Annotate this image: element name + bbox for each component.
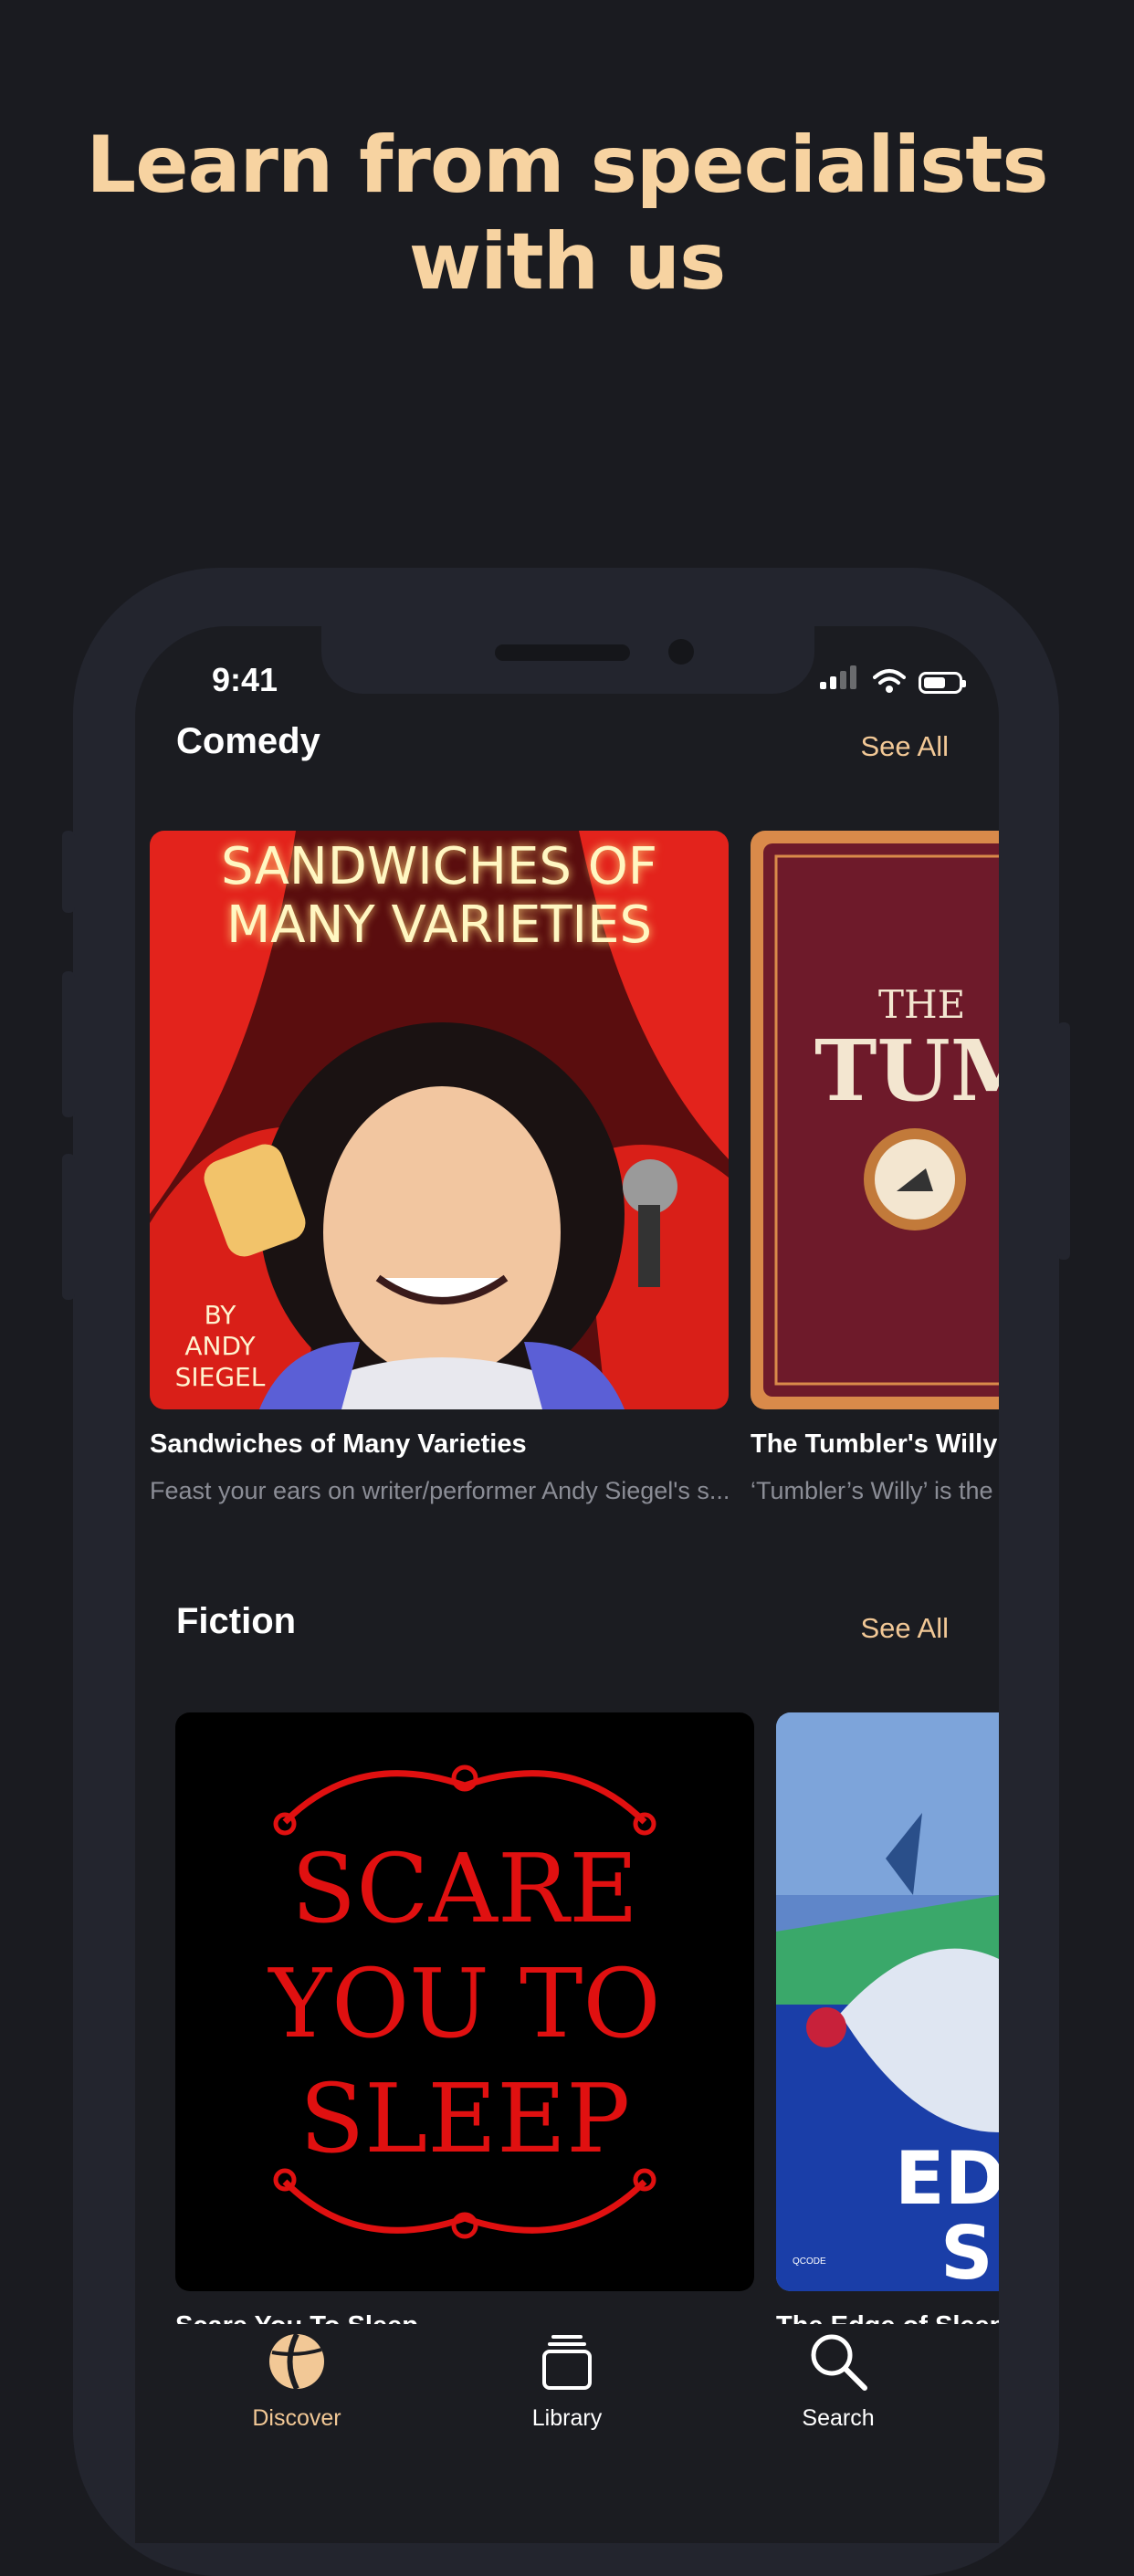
phone-screen: 9:41 Comedy See All SANDWICHES OF MANY V… xyxy=(135,626,999,2543)
tab-search-label: Search xyxy=(802,2405,875,2431)
tab-library-label: Library xyxy=(531,2405,603,2431)
cover-scare-you-to-sleep[interactable]: SCARE YOU TO SLEEP xyxy=(175,1712,754,2291)
tab-discover-label: Discover xyxy=(252,2405,341,2431)
cover-sandwiches-byline: BY ANDY SIEGEL xyxy=(174,1300,266,1392)
section-title-fiction: Fiction xyxy=(176,1601,297,1641)
cover-tumbler-art xyxy=(751,831,999,1409)
notch-camera xyxy=(668,639,694,665)
item-description-sandwiches: Feast your ears on writer/performer Andy… xyxy=(150,1477,729,1504)
status-icons xyxy=(820,665,966,694)
notch-speaker xyxy=(495,644,630,661)
phone-notch xyxy=(321,626,814,694)
battery-icon xyxy=(919,672,966,694)
section-title-comedy: Comedy xyxy=(176,721,320,761)
tab-library[interactable]: Library xyxy=(476,2324,658,2432)
headline-line-1: Learn from specialists xyxy=(86,120,1048,211)
item-description-tumbler: ‘Tumbler’s Willy’ is the xyxy=(751,1477,993,1504)
tab-search[interactable]: Search xyxy=(747,2324,929,2432)
cover-tumbler[interactable]: THE TUM xyxy=(751,831,999,1409)
cellular-signal-icon xyxy=(820,665,860,694)
wifi-icon xyxy=(873,669,906,693)
cover-tumbler-title: THE TUM xyxy=(814,982,999,1120)
cover-sandwiches[interactable]: SANDWICHES OF MANY VARIETIES BY ANDY SIE… xyxy=(150,831,729,1409)
library-icon xyxy=(542,2335,592,2390)
headline-line-2: with us xyxy=(408,216,727,308)
phone-silent-switch xyxy=(62,831,75,913)
status-time: 9:41 xyxy=(212,661,278,698)
see-all-comedy-button[interactable]: See All xyxy=(860,730,949,763)
discover-icon xyxy=(269,2332,324,2391)
item-title-tumbler[interactable]: The Tumbler's Willy I xyxy=(751,1429,999,1460)
phone-volume-up xyxy=(62,971,75,1117)
headline: Learn from specialists with us xyxy=(0,117,1134,310)
tab-bar: Discover Library Search xyxy=(135,2324,999,2543)
phone-power-button xyxy=(1057,1022,1070,1260)
cover-edge-title: ED S xyxy=(895,2136,999,2291)
cover-edge-brand: QCODE xyxy=(793,2257,826,2267)
cover-sandwiches-title: SANDWICHES OF MANY VARIETIES xyxy=(220,837,658,955)
phone-volume-down xyxy=(62,1154,75,1300)
search-icon xyxy=(811,2334,867,2391)
tab-discover[interactable]: Discover xyxy=(205,2324,388,2432)
see-all-fiction-button[interactable]: See All xyxy=(860,1612,949,1645)
cover-edge-of-sleep[interactable]: ED S QCODE xyxy=(776,1712,999,2291)
item-title-sandwiches[interactable]: Sandwiches of Many Varieties xyxy=(150,1429,527,1460)
cover-scare-title: SCARE YOU TO SLEEP xyxy=(268,1833,661,2174)
